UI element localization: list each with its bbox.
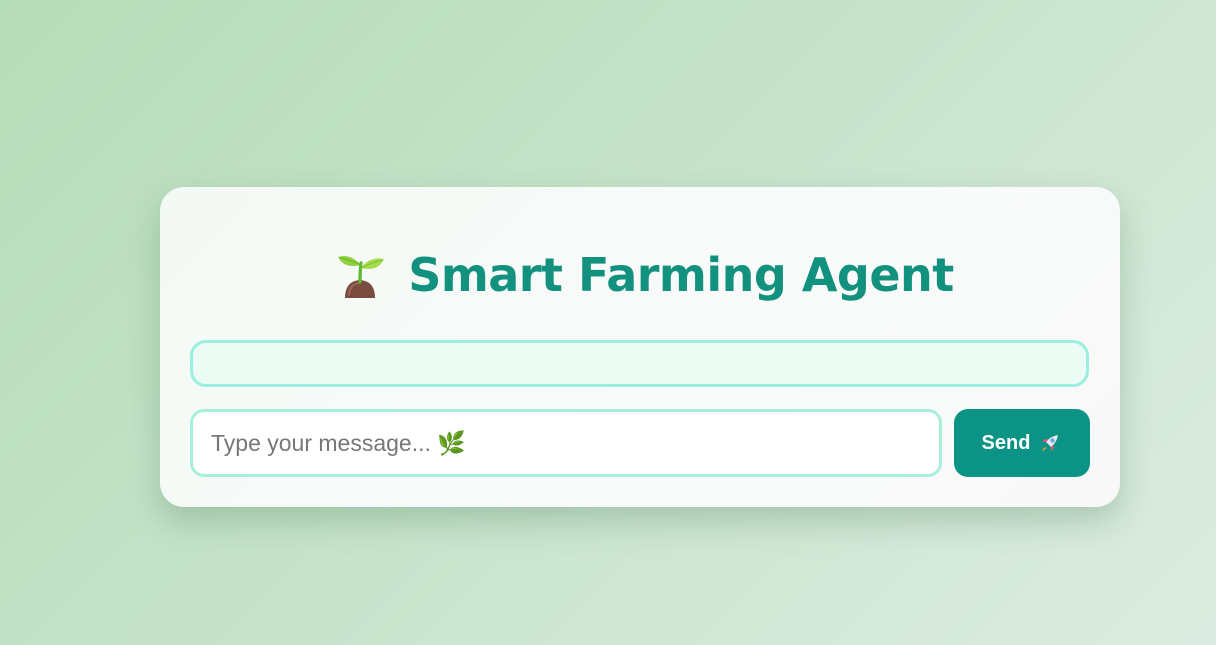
- header: Smart Farming Agent: [160, 245, 1120, 305]
- message-input[interactable]: [193, 412, 939, 474]
- chat-card: Smart Farming Agent Send: [160, 187, 1120, 507]
- send-button[interactable]: Send: [954, 409, 1090, 477]
- sprout-icon: [336, 249, 388, 301]
- send-button-label: Send: [981, 431, 1031, 454]
- page-title: Smart Farming Agent: [408, 248, 954, 302]
- message-input-wrapper[interactable]: [190, 409, 942, 477]
- rocket-icon: [1038, 431, 1062, 455]
- chat-messages-area[interactable]: [190, 340, 1089, 387]
